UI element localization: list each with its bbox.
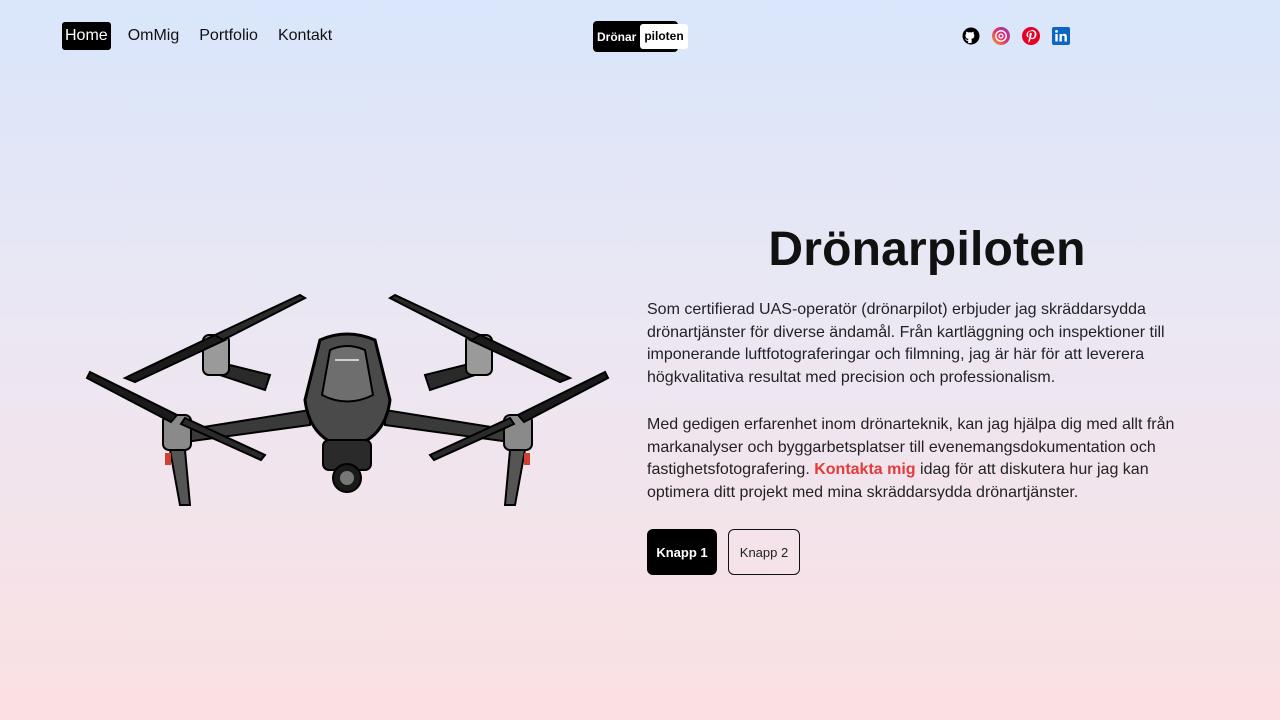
social-links (961, 26, 1071, 46)
drone-illustration (85, 293, 610, 506)
logo-part1: Drönar (597, 29, 637, 44)
hero-content: Drönarpiloten Som certifierad UAS-operat… (647, 222, 1187, 575)
page-title: Drönarpiloten (768, 223, 1086, 276)
dribbble-icon[interactable] (991, 26, 1011, 46)
hero-buttons: Knapp 1 Knapp 2 (647, 529, 1187, 575)
main-nav: Home OmMig Portfolio Kontakt (62, 22, 335, 50)
site-logo[interactable]: Drönar piloten (593, 21, 688, 52)
primary-button[interactable]: Knapp 1 (647, 529, 717, 575)
github-icon[interactable] (961, 26, 981, 46)
nav-portfolio[interactable]: Portfolio (196, 22, 261, 50)
nav-home[interactable]: Home (62, 22, 111, 50)
intro-paragraph: Som certifierad UAS-operatör (drönarpilo… (647, 301, 1165, 386)
nav-ommig[interactable]: OmMig (125, 22, 183, 50)
logo-part2: piloten (640, 24, 688, 49)
contact-link[interactable]: Kontakta mig (814, 461, 915, 478)
experience-paragraph: Med gedigen erfarenhet inom drönarteknik… (647, 414, 1187, 504)
linkedin-icon[interactable] (1051, 26, 1071, 46)
secondary-button[interactable]: Knapp 2 (728, 529, 800, 575)
nav-kontakt[interactable]: Kontakt (275, 22, 335, 50)
pinterest-icon[interactable] (1021, 26, 1041, 46)
